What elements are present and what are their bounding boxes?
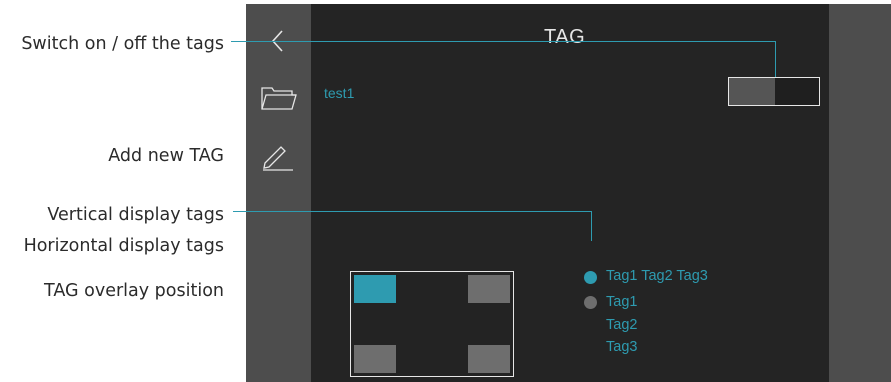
- leader-line-vertical-tags-vertical: [591, 211, 592, 241]
- tags-toggle-switch[interactable]: [728, 77, 820, 106]
- annotation-horizontal-tags: Horizontal display tags: [23, 236, 224, 256]
- vertical-tag-3: Tag3: [606, 339, 638, 355]
- page-title: TAG: [544, 26, 586, 48]
- position-top-right[interactable]: [468, 275, 510, 303]
- vertical-tag-1: Tag1: [606, 294, 638, 310]
- vertical-tag-2: Tag2: [606, 317, 638, 333]
- right-panel: [829, 4, 891, 382]
- overlay-position-selector: [350, 271, 514, 377]
- annotation-add-tag: Add new TAG: [108, 146, 224, 166]
- position-top-left[interactable]: [354, 275, 396, 303]
- vertical-display-radio[interactable]: [584, 296, 597, 309]
- annotation-switch-tags: Switch on / off the tags: [21, 34, 224, 54]
- toggle-knob: [729, 78, 775, 105]
- leader-line-switch-vertical: [775, 41, 776, 77]
- position-bottom-right[interactable]: [468, 345, 510, 373]
- leader-line-switch-horizontal: [231, 41, 776, 42]
- left-toolbar: [246, 4, 311, 382]
- position-bottom-left[interactable]: [354, 345, 396, 373]
- folder-icon[interactable]: [261, 85, 297, 111]
- horizontal-tags-label: Tag1 Tag2 Tag3: [606, 268, 708, 284]
- folder-name-label[interactable]: test1: [324, 85, 354, 101]
- annotation-vertical-tags: Vertical display tags: [47, 205, 224, 225]
- leader-line-vertical-tags-horizontal: [233, 211, 592, 212]
- pencil-icon[interactable]: [260, 142, 296, 172]
- tag-screen: TAG test1 Tag1 Tag2 Tag3 Tag1 Tag2 Tag3: [246, 4, 891, 382]
- annotation-overlay-position: TAG overlay position: [44, 281, 224, 301]
- horizontal-display-radio[interactable]: [584, 271, 597, 284]
- tag-settings-annotated-diagram: Switch on / off the tags Add new TAG Ver…: [0, 0, 891, 382]
